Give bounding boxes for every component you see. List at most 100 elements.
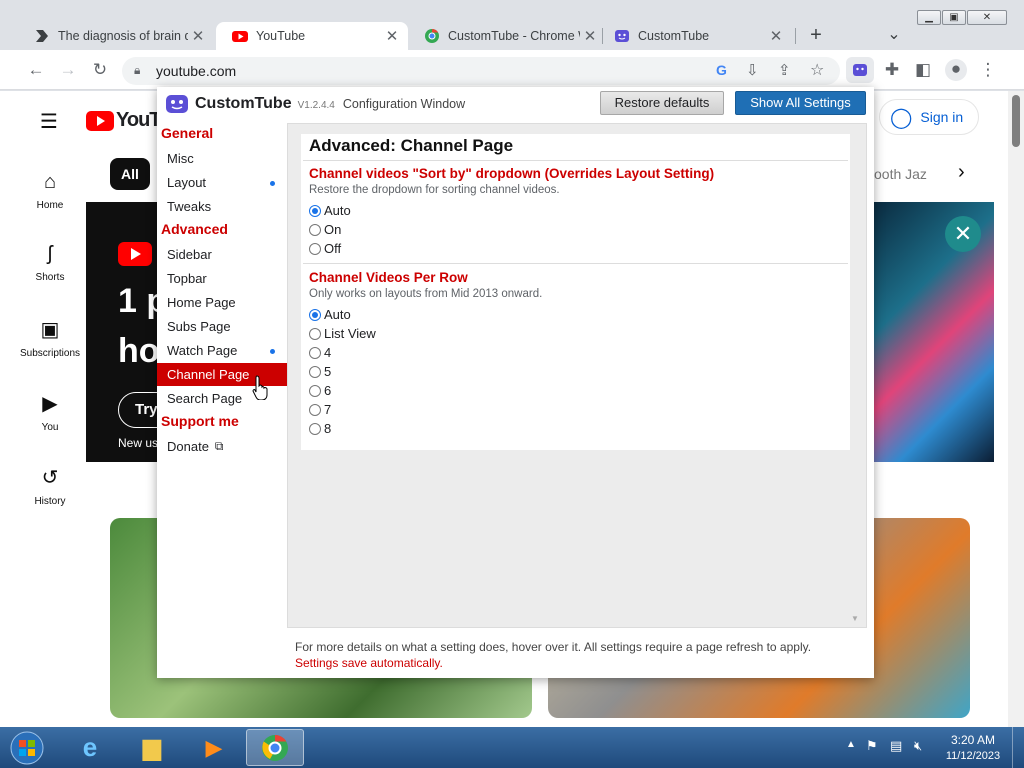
tab-customtube-chrome[interactable]: CustomTube - Chrome W ✕: [408, 22, 606, 50]
restore-defaults-button[interactable]: Restore defaults: [600, 91, 724, 115]
minimize-icon: ▁: [925, 12, 933, 23]
minimize-button[interactable]: ▁: [917, 10, 941, 25]
radio-icon[interactable]: [309, 223, 321, 236]
taskbar-ie[interactable]: e: [62, 729, 118, 766]
nav-item-home-page[interactable]: Home Page: [167, 295, 236, 310]
nav-item-layout[interactable]: Layout: [167, 175, 206, 190]
nav-item-sidebar[interactable]: Sidebar: [167, 247, 212, 262]
show-desktop-button[interactable]: [1012, 727, 1024, 768]
radio-icon[interactable]: [309, 384, 321, 397]
sidebar-item-subscriptions[interactable]: ▣ Subscriptions: [12, 317, 88, 359]
radio-icon[interactable]: [309, 242, 321, 255]
nav-item-donate[interactable]: Donate ⧉: [167, 439, 224, 454]
side-panel-icon[interactable]: ◧: [913, 60, 933, 80]
network-icon[interactable]: ▤: [890, 738, 902, 754]
tab-customtube[interactable]: CustomTube ✕: [598, 22, 792, 50]
nav-item-topbar[interactable]: Topbar: [167, 271, 207, 286]
radio-icon[interactable]: [309, 365, 321, 378]
row-option-6[interactable]: 6: [309, 383, 331, 398]
sidebar-item-home[interactable]: ⌂ Home: [12, 171, 88, 211]
chip-partial[interactable]: ooth Jaz: [874, 158, 927, 190]
show-all-settings-button[interactable]: Show All Settings: [735, 91, 866, 115]
chip-all[interactable]: All: [110, 158, 150, 190]
taskbar-chrome[interactable]: [246, 729, 304, 766]
radio-icon[interactable]: [309, 327, 321, 340]
sidebar-item-you[interactable]: ▶ You: [12, 391, 88, 433]
maximize-button[interactable]: ▣: [942, 10, 966, 25]
row-option-8[interactable]: 8: [309, 421, 331, 436]
start-button[interactable]: [0, 729, 54, 766]
tab-close-icon[interactable]: ✕: [580, 27, 600, 45]
volume-muted-icon[interactable]: 🔇︎: [914, 738, 922, 754]
profile-avatar-icon[interactable]: ●: [945, 59, 967, 81]
tab-youtube[interactable]: YouTube ✕: [216, 22, 408, 50]
watch-page-modified-dot: [270, 349, 275, 354]
nav-section-advanced: Advanced: [161, 221, 228, 237]
close-icon: ✕: [982, 12, 992, 23]
chips-next-icon[interactable]: ›: [958, 161, 965, 184]
extensions-puzzle-icon[interactable]: ✚: [882, 60, 902, 80]
sidebar-item-shorts[interactable]: ʃ Shorts: [12, 243, 88, 283]
nav-item-watch-page[interactable]: Watch Page: [167, 343, 237, 358]
internet-explorer-icon: e: [82, 732, 98, 762]
new-tab-button[interactable]: +: [806, 24, 826, 47]
row-option-list-view[interactable]: List View: [309, 326, 376, 341]
youtube-premium-icon: [118, 242, 152, 266]
nav-item-search-page[interactable]: Search Page: [167, 391, 242, 406]
row-option-5[interactable]: 5: [309, 364, 331, 379]
nav-item-tweaks[interactable]: Tweaks: [167, 199, 211, 214]
url-text[interactable]: youtube.com: [156, 63, 236, 79]
menu-kebab-icon[interactable]: ⋮: [978, 60, 998, 80]
tab-close-icon[interactable]: ✕: [188, 27, 208, 45]
address-bar[interactable]: 🔒︎ youtube.com G ⇩ ⇪ ☆: [122, 57, 840, 85]
panel-heading: Advanced: Channel Page: [309, 136, 514, 155]
reload-icon[interactable]: ↻: [90, 60, 110, 80]
page-scrollbar[interactable]: [1008, 91, 1024, 727]
sidebar-item-history[interactable]: ↺ History: [12, 465, 88, 507]
clock-date[interactable]: 11/12/2023: [940, 750, 1006, 762]
bookmark-star-icon[interactable]: ☆: [810, 60, 824, 80]
customtube-logo-icon: [166, 95, 188, 113]
tab-title: CustomTube - Chrome W: [448, 29, 580, 43]
channel-page-panel: Advanced: Channel Page Channel videos "S…: [301, 134, 850, 450]
shorts-icon: ʃ: [47, 243, 53, 265]
close-window-button[interactable]: ✕: [967, 10, 1007, 25]
nav-item-subs-page[interactable]: Subs Page: [167, 319, 231, 334]
tab-title: CustomTube: [638, 29, 710, 43]
row-option-4[interactable]: 4: [309, 345, 331, 360]
customtube-extension-icon[interactable]: [846, 57, 874, 83]
taskbar-explorer[interactable]: ▆: [124, 729, 180, 766]
action-center-flag-icon[interactable]: ⚑: [866, 738, 878, 754]
subscriptions-icon: ▣: [40, 319, 60, 341]
hamburger-menu-icon[interactable]: ☰: [40, 109, 58, 134]
sign-in-button[interactable]: ◯ Sign in: [879, 99, 979, 135]
windows-taskbar: e ▆ ▶ ▲ ⚑ ▤ 🔇︎ 3:20 AM 11/12/2023: [0, 727, 1024, 768]
tab-close-icon[interactable]: ✕: [382, 27, 402, 45]
back-icon[interactable]: ←: [26, 60, 46, 80]
radio-icon[interactable]: [309, 204, 321, 217]
banner-close-icon[interactable]: ✕: [945, 216, 981, 252]
tab-brain-diagnosis[interactable]: The diagnosis of brain d ✕: [18, 22, 214, 50]
google-lens-icon[interactable]: G: [716, 62, 727, 78]
show-hidden-icons[interactable]: ▲: [846, 739, 856, 750]
row-option-auto[interactable]: Auto: [309, 307, 351, 322]
clock-time[interactable]: 3:20 AM: [940, 733, 1006, 747]
forward-icon[interactable]: →: [58, 60, 78, 80]
scrollbar-thumb[interactable]: [1012, 95, 1020, 147]
radio-icon[interactable]: [309, 308, 321, 321]
radio-icon[interactable]: [309, 346, 321, 359]
tab-search-button[interactable]: ⌄: [884, 24, 904, 44]
sort-option-off[interactable]: Off: [309, 241, 341, 256]
radio-icon[interactable]: [309, 403, 321, 416]
row-option-7[interactable]: 7: [309, 402, 331, 417]
footer-autosave-note: Settings save automatically.: [295, 656, 443, 670]
taskbar-media-player[interactable]: ▶: [186, 729, 242, 766]
nav-item-misc[interactable]: Misc: [167, 151, 194, 166]
radio-icon[interactable]: [309, 422, 321, 435]
sort-option-on[interactable]: On: [309, 222, 341, 237]
tab-close-icon[interactable]: ✕: [766, 27, 786, 45]
install-app-icon[interactable]: ⇩: [746, 61, 759, 79]
share-icon[interactable]: ⇪: [778, 61, 791, 79]
scroll-down-icon[interactable]: ▼: [851, 614, 859, 623]
sort-option-auto[interactable]: Auto: [309, 203, 351, 218]
